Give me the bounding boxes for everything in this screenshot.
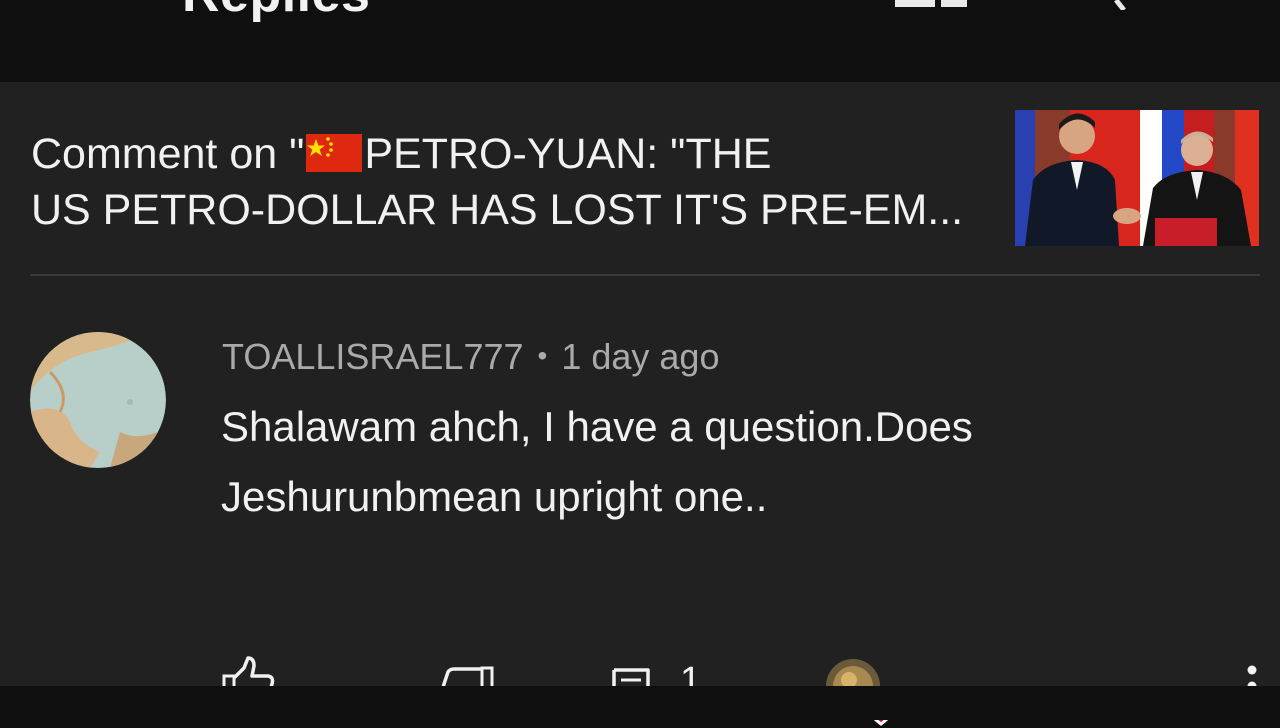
page-title: Replies — [182, 0, 370, 24]
comment-meta: TOALLISRAEL777 • 1 day ago — [222, 336, 719, 378]
video-link[interactable]: Comment on " PETRO-YUAN: "THE US PETRO-D… — [0, 82, 1280, 274]
cn-flag-icon — [306, 134, 363, 172]
divider — [30, 274, 1260, 276]
replies-panel: Comment on " PETRO-YUAN: "THE US PETRO-D… — [0, 82, 1280, 726]
separator: • — [537, 340, 548, 371]
top-bar: Replies — [0, 0, 1280, 82]
bottom-bar — [0, 686, 1280, 720]
video-thumbnail[interactable] — [1015, 110, 1259, 246]
comment-timestamp: 1 day ago — [561, 336, 720, 377]
comment-text: Shalawam ahch, I have a question.Does Je… — [221, 403, 973, 520]
sort-icon[interactable] — [895, 0, 967, 8]
comment-author[interactable]: TOALLISRAEL777 — [222, 336, 524, 377]
search-icon[interactable] — [1096, 0, 1132, 10]
avatar[interactable] — [30, 332, 166, 468]
video-title[interactable]: Comment on " PETRO-YUAN: "THE US PETRO-D… — [31, 126, 1001, 238]
